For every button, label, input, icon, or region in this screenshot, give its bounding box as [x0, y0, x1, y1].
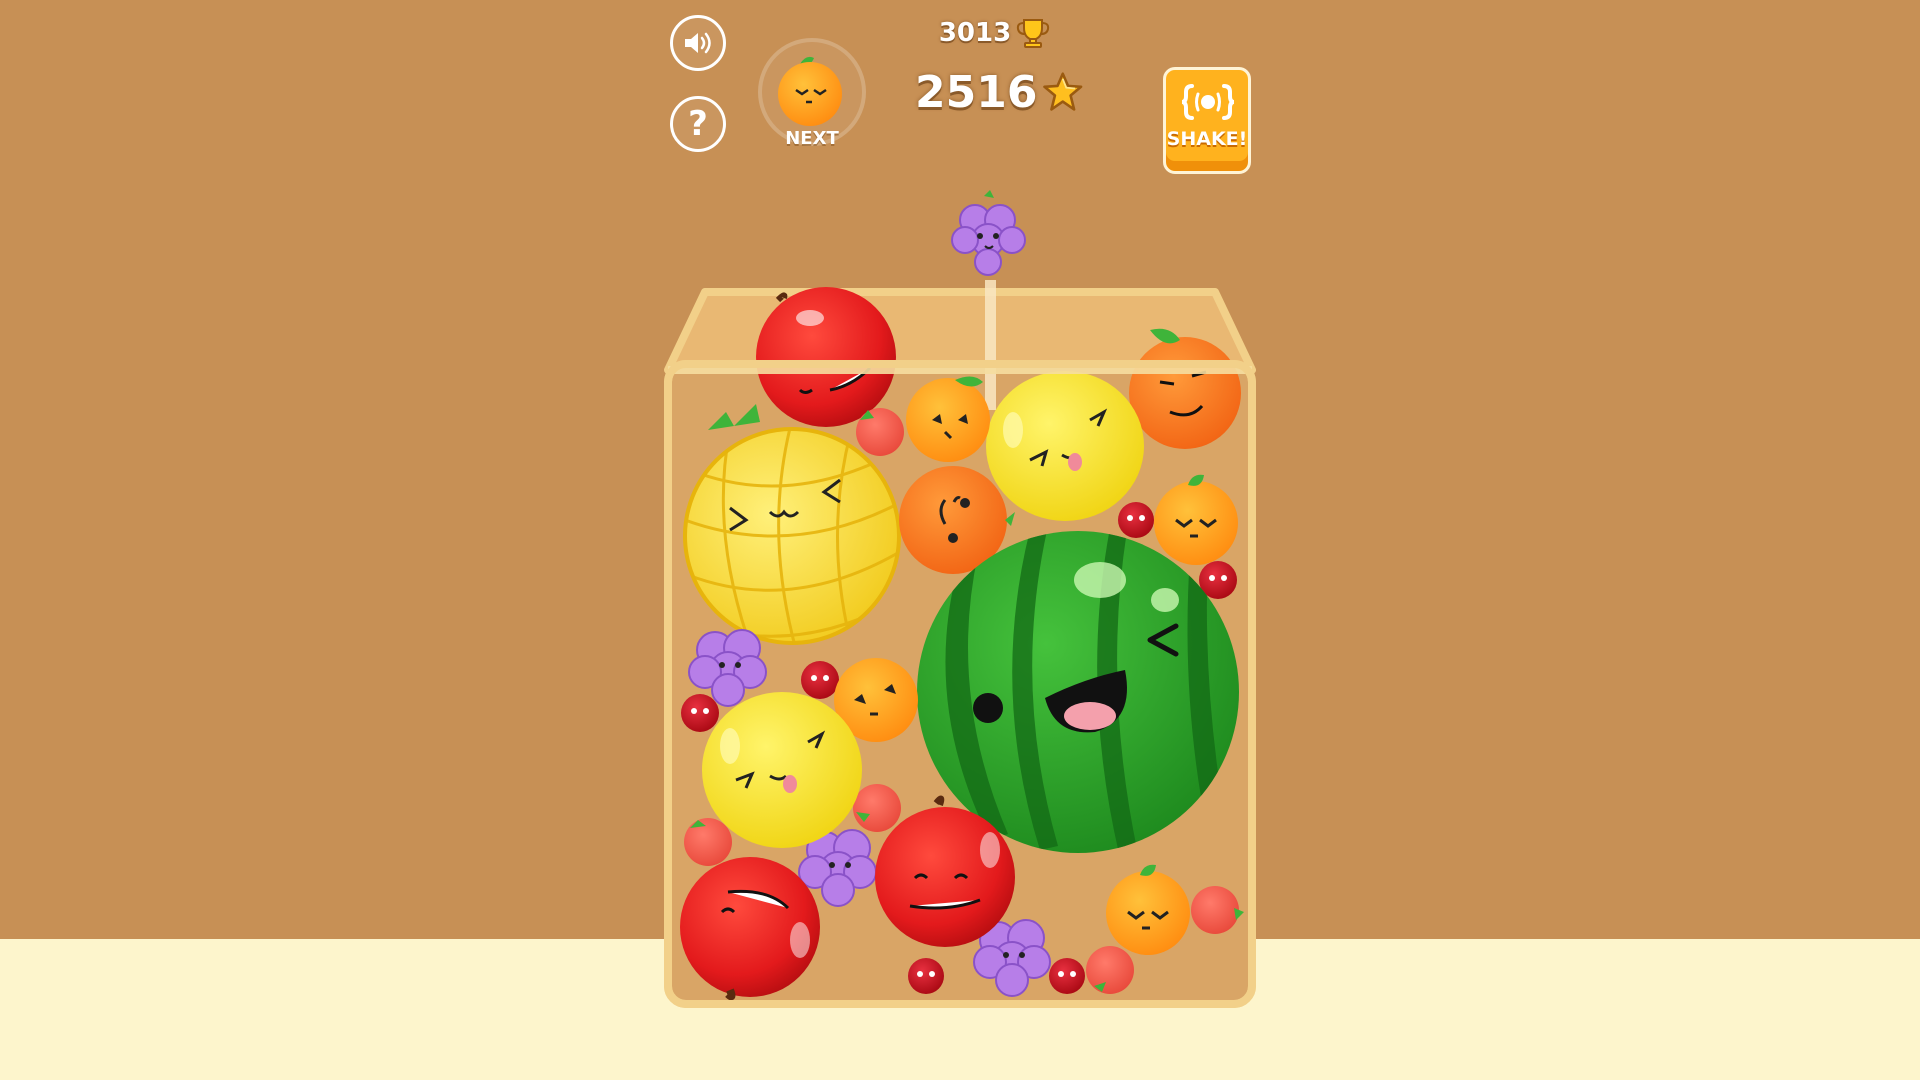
cherry-fruit	[681, 694, 719, 732]
strawberry-fruit	[684, 818, 732, 866]
next-fruit-tangerine	[778, 56, 842, 126]
lemon-fruit	[702, 692, 862, 848]
cherry-fruit	[1118, 502, 1154, 538]
strawberry-fruit	[853, 784, 901, 832]
cherry-fruit	[908, 958, 944, 994]
dropper-grape-fruit[interactable]	[951, 190, 1026, 276]
lemon-fruit	[986, 371, 1144, 521]
apple-fruit	[756, 287, 896, 427]
game-stage	[664, 56, 1256, 1008]
strawberry-fruit	[856, 408, 904, 456]
drop-guide-line	[985, 280, 996, 410]
cherry-fruit	[1049, 958, 1085, 994]
cherry-fruit	[801, 661, 839, 699]
apple-fruit	[680, 857, 820, 1001]
strawberry-fruit	[1086, 946, 1134, 994]
